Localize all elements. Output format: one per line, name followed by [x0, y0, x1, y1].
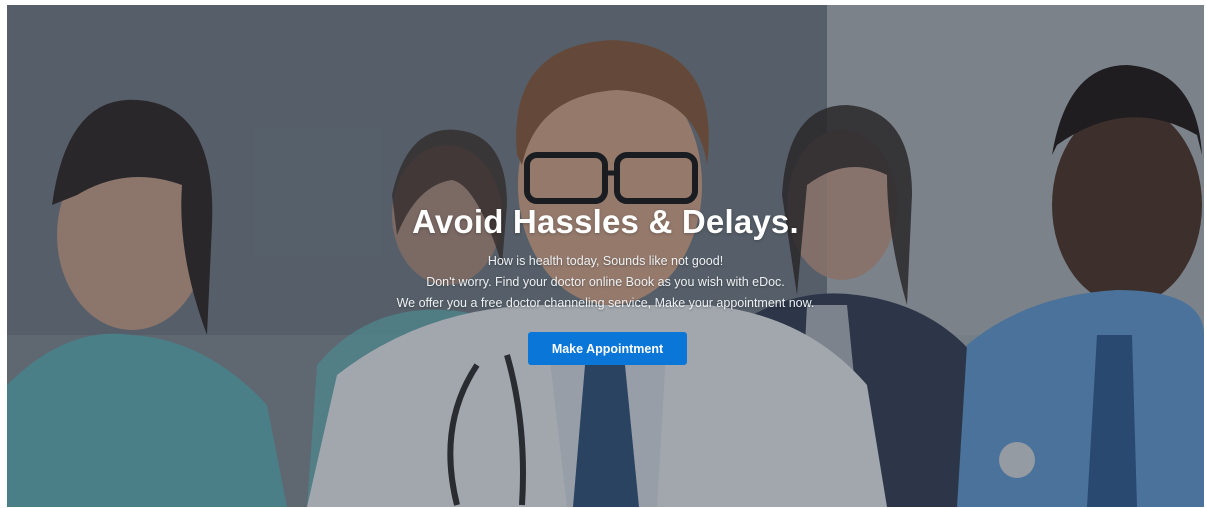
hero-description: How is health today, Sounds like not goo… — [7, 251, 1204, 314]
hero-headline: Avoid Hassles & Delays. — [412, 203, 799, 240]
hero-content: Avoid Hassles & Delays. How is health to… — [7, 5, 1204, 507]
hero-description-line: Don't worry. Find your doctor online Boo… — [426, 275, 785, 289]
make-appointment-button[interactable]: Make Appointment — [528, 332, 687, 365]
hero-description-line: How is health today, Sounds like not goo… — [487, 254, 724, 268]
hero-description-line: We offer you a free doctor channeling se… — [396, 296, 815, 310]
hero-section: Avoid Hassles & Delays. How is health to… — [7, 5, 1204, 507]
